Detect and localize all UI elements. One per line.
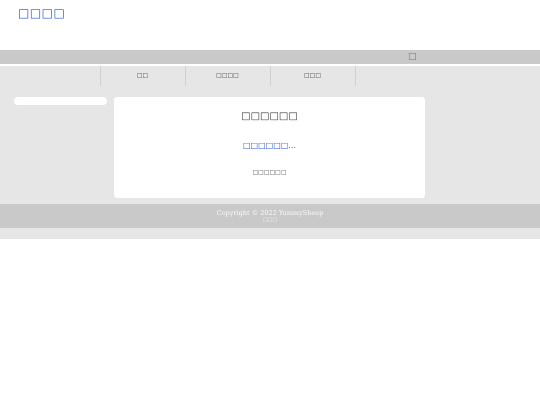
- message-panel: □□□□□□ □□□□□□... □□□□□□: [114, 97, 425, 198]
- nav-item-home[interactable]: □□: [100, 66, 185, 86]
- panel-title: □□□□□□: [241, 111, 298, 122]
- user-bar: □: [0, 50, 540, 64]
- nav-item-3[interactable]: □□□: [270, 66, 355, 86]
- nav-divider: [355, 66, 356, 86]
- footer: Copyright © 2022 YummySheep □□□: [0, 204, 540, 228]
- main-nav: □□ □□□□ □□□: [0, 66, 540, 86]
- nav-item-2[interactable]: □□□□: [185, 66, 270, 86]
- site-logo[interactable]: □□□□: [18, 6, 65, 20]
- copyright-text: Copyright © 2022 YummySheep: [216, 209, 324, 217]
- panel-message: □□□□□□...: [243, 141, 296, 150]
- user-icon[interactable]: □: [408, 51, 417, 63]
- sidebar-box: [14, 97, 107, 105]
- footer-sub-text[interactable]: □□□: [0, 217, 540, 223]
- footer-strip: [0, 228, 540, 239]
- panel-link[interactable]: □□□□□□: [114, 169, 425, 176]
